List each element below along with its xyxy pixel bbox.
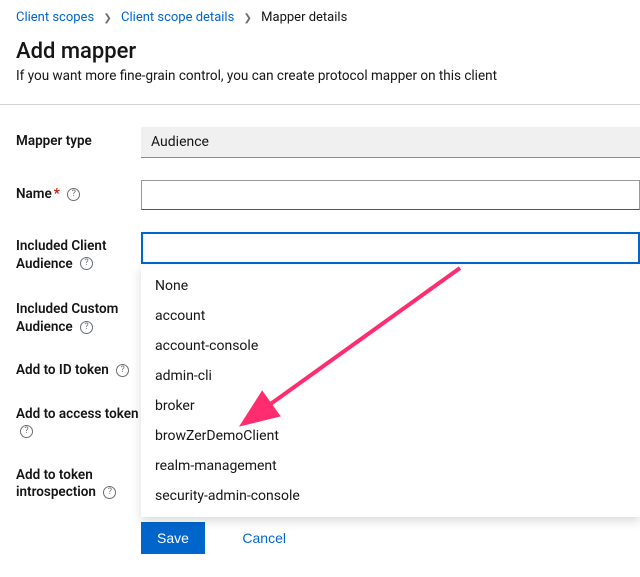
help-icon[interactable]: ?	[67, 188, 80, 201]
save-button[interactable]: Save	[141, 522, 205, 554]
chevron-right-icon: ❯	[103, 13, 111, 24]
dropdown-option-admin-cli[interactable]: admin-cli	[141, 361, 640, 391]
dropdown-option-account-console[interactable]: account-console	[141, 331, 640, 361]
dropdown-option-realm-management[interactable]: realm-management	[141, 451, 640, 481]
name-input[interactable]	[141, 180, 640, 210]
breadcrumb-client-scopes[interactable]: Client scopes	[16, 10, 94, 25]
cancel-button[interactable]: Cancel	[226, 522, 302, 554]
dropdown-option-broker[interactable]: broker	[141, 391, 640, 421]
dropdown-option-browzerdemoclient[interactable]: browZerDemoClient	[141, 421, 640, 451]
breadcrumb: Client scopes ❯ Client scope details ❯ M…	[16, 10, 640, 25]
label-add-to-token-introspection: Add to token introspection ?	[16, 461, 141, 502]
dropdown-option-security-admin-console[interactable]: security-admin-console	[141, 481, 640, 511]
page-subtitle: If you want more fine-grain control, you…	[16, 68, 640, 84]
help-icon[interactable]: ?	[20, 425, 33, 438]
label-included-client-audience: Included Client Audience ?	[16, 232, 141, 273]
label-included-custom-audience: Included Custom Audience ?	[16, 295, 141, 336]
breadcrumb-client-scope-details[interactable]: Client scope details	[121, 10, 234, 25]
page-title: Add mapper	[16, 39, 640, 64]
client-audience-dropdown: None account account-console admin-cli b…	[141, 265, 640, 517]
breadcrumb-current: Mapper details	[261, 10, 347, 25]
label-name: Name* ?	[16, 180, 141, 204]
chevron-right-icon: ❯	[244, 13, 252, 24]
label-add-to-id-token: Add to ID token ?	[16, 356, 141, 380]
included-client-audience-select[interactable]	[141, 232, 640, 264]
dropdown-option-account[interactable]: account	[141, 301, 640, 331]
label-mapper-type: Mapper type	[16, 127, 141, 151]
dropdown-option-none[interactable]: None	[141, 271, 640, 301]
mapper-type-field: Audience	[141, 127, 640, 158]
help-icon[interactable]: ?	[80, 257, 93, 270]
help-icon[interactable]: ?	[80, 321, 93, 334]
label-add-to-access-token: Add to access token ?	[16, 400, 141, 441]
divider	[0, 104, 640, 105]
help-icon[interactable]: ?	[103, 486, 116, 499]
help-icon[interactable]: ?	[116, 364, 129, 377]
